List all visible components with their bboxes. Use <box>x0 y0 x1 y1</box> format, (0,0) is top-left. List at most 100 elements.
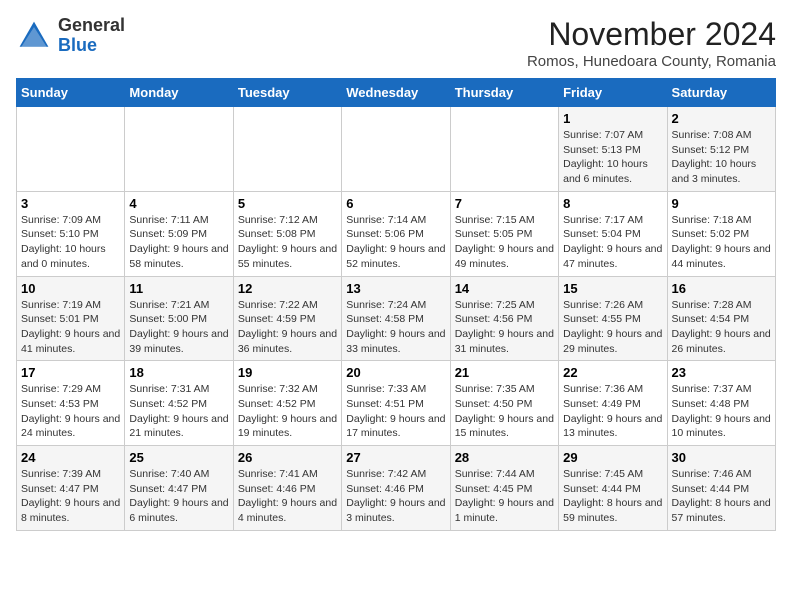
month-title: November 2024 <box>527 16 776 53</box>
day-cell <box>233 107 341 192</box>
day-number: 2 <box>672 111 771 126</box>
day-cell: 30 Sunrise: 7:46 AM Sunset: 4:44 PM Dayli… <box>667 446 775 531</box>
day-number: 5 <box>238 196 337 211</box>
day-number: 23 <box>672 365 771 380</box>
day-number: 16 <box>672 281 771 296</box>
day-number: 19 <box>238 365 337 380</box>
day-number: 27 <box>346 450 445 465</box>
day-info: Sunrise: 7:40 AM Sunset: 4:47 PM Dayligh… <box>129 467 228 526</box>
day-info: Sunrise: 7:18 AM Sunset: 5:02 PM Dayligh… <box>672 213 771 272</box>
day-cell <box>17 107 125 192</box>
day-number: 13 <box>346 281 445 296</box>
day-number: 17 <box>21 365 120 380</box>
day-cell: 28 Sunrise: 7:44 AM Sunset: 4:45 PM Dayli… <box>450 446 558 531</box>
day-number: 20 <box>346 365 445 380</box>
day-cell <box>342 107 450 192</box>
day-cell: 5 Sunrise: 7:12 AM Sunset: 5:08 PM Daylig… <box>233 191 341 276</box>
day-header-monday: Monday <box>125 79 233 107</box>
week-row-4: 17 Sunrise: 7:29 AM Sunset: 4:53 PM Dayli… <box>17 361 776 446</box>
day-cell: 21 Sunrise: 7:35 AM Sunset: 4:50 PM Dayli… <box>450 361 558 446</box>
day-number: 9 <box>672 196 771 211</box>
day-number: 15 <box>563 281 662 296</box>
day-info: Sunrise: 7:24 AM Sunset: 4:58 PM Dayligh… <box>346 298 445 357</box>
day-number: 22 <box>563 365 662 380</box>
day-cell: 13 Sunrise: 7:24 AM Sunset: 4:58 PM Dayli… <box>342 276 450 361</box>
week-row-5: 24Sunrise: 7:39 AM Sunset: 4:47 PM Dayli… <box>17 446 776 531</box>
day-header-wednesday: Wednesday <box>342 79 450 107</box>
day-cell: 9 Sunrise: 7:18 AM Sunset: 5:02 PM Daylig… <box>667 191 775 276</box>
day-header-friday: Friday <box>559 79 667 107</box>
day-cell: 3Sunrise: 7:09 AM Sunset: 5:10 PM Daylig… <box>17 191 125 276</box>
day-cell: 8 Sunrise: 7:17 AM Sunset: 5:04 PM Daylig… <box>559 191 667 276</box>
day-number: 6 <box>346 196 445 211</box>
day-cell: 11Sunrise: 7:21 AM Sunset: 5:00 PM Dayli… <box>125 276 233 361</box>
day-info: Sunrise: 7:41 AM Sunset: 4:46 PM Dayligh… <box>238 467 337 526</box>
day-cell <box>450 107 558 192</box>
day-info: Sunrise: 7:46 AM Sunset: 4:44 PM Dayligh… <box>672 467 771 526</box>
day-header-saturday: Saturday <box>667 79 775 107</box>
logo: General Blue <box>16 16 125 56</box>
day-number: 8 <box>563 196 662 211</box>
day-info: Sunrise: 7:44 AM Sunset: 4:45 PM Dayligh… <box>455 467 554 526</box>
day-info: Sunrise: 7:26 AM Sunset: 4:55 PM Dayligh… <box>563 298 662 357</box>
day-info: Sunrise: 7:33 AM Sunset: 4:51 PM Dayligh… <box>346 382 445 441</box>
day-info: Sunrise: 7:12 AM Sunset: 5:08 PM Dayligh… <box>238 213 337 272</box>
day-info: Sunrise: 7:37 AM Sunset: 4:48 PM Dayligh… <box>672 382 771 441</box>
week-row-2: 3Sunrise: 7:09 AM Sunset: 5:10 PM Daylig… <box>17 191 776 276</box>
day-cell: 29Sunrise: 7:45 AM Sunset: 4:44 PM Dayli… <box>559 446 667 531</box>
day-number: 10 <box>21 281 120 296</box>
week-row-1: 1Sunrise: 7:07 AM Sunset: 5:13 PM Daylig… <box>17 107 776 192</box>
day-info: Sunrise: 7:28 AM Sunset: 4:54 PM Dayligh… <box>672 298 771 357</box>
day-cell: 16 Sunrise: 7:28 AM Sunset: 4:54 PM Dayli… <box>667 276 775 361</box>
day-number: 30 <box>672 450 771 465</box>
day-header-sunday: Sunday <box>17 79 125 107</box>
location: Romos, Hunedoara County, Romania <box>527 53 776 70</box>
day-info: Sunrise: 7:42 AM Sunset: 4:46 PM Dayligh… <box>346 467 445 526</box>
title-area: November 2024 Romos, Hunedoara County, R… <box>527 16 776 70</box>
day-cell: 23 Sunrise: 7:37 AM Sunset: 4:48 PM Dayli… <box>667 361 775 446</box>
day-number: 26 <box>238 450 337 465</box>
day-info: Sunrise: 7:22 AM Sunset: 4:59 PM Dayligh… <box>238 298 337 357</box>
day-cell: 17 Sunrise: 7:29 AM Sunset: 4:53 PM Dayli… <box>17 361 125 446</box>
week-row-3: 10 Sunrise: 7:19 AM Sunset: 5:01 PM Dayli… <box>17 276 776 361</box>
day-info: Sunrise: 7:31 AM Sunset: 4:52 PM Dayligh… <box>129 382 228 441</box>
day-number: 21 <box>455 365 554 380</box>
page-header: General Blue November 2024 Romos, Hunedo… <box>16 16 776 70</box>
day-info: Sunrise: 7:25 AM Sunset: 4:56 PM Dayligh… <box>455 298 554 357</box>
day-number: 24 <box>21 450 120 465</box>
day-info: Sunrise: 7:15 AM Sunset: 5:05 PM Dayligh… <box>455 213 554 272</box>
day-cell: 24Sunrise: 7:39 AM Sunset: 4:47 PM Dayli… <box>17 446 125 531</box>
day-cell: 18 Sunrise: 7:31 AM Sunset: 4:52 PM Dayli… <box>125 361 233 446</box>
day-cell: 1Sunrise: 7:07 AM Sunset: 5:13 PM Daylig… <box>559 107 667 192</box>
day-number: 18 <box>129 365 228 380</box>
day-cell: 20 Sunrise: 7:33 AM Sunset: 4:51 PM Dayli… <box>342 361 450 446</box>
day-header-tuesday: Tuesday <box>233 79 341 107</box>
day-cell: 22Sunrise: 7:36 AM Sunset: 4:49 PM Dayli… <box>559 361 667 446</box>
day-number: 12 <box>238 281 337 296</box>
day-cell: 14 Sunrise: 7:25 AM Sunset: 4:56 PM Dayli… <box>450 276 558 361</box>
calendar-body: 1Sunrise: 7:07 AM Sunset: 5:13 PM Daylig… <box>17 107 776 531</box>
calendar-header-row: SundayMondayTuesdayWednesdayThursdayFrid… <box>17 79 776 107</box>
day-info: Sunrise: 7:21 AM Sunset: 5:00 PM Dayligh… <box>129 298 228 357</box>
day-info: Sunrise: 7:14 AM Sunset: 5:06 PM Dayligh… <box>346 213 445 272</box>
day-header-thursday: Thursday <box>450 79 558 107</box>
day-number: 3 <box>21 196 120 211</box>
day-info: Sunrise: 7:11 AM Sunset: 5:09 PM Dayligh… <box>129 213 228 272</box>
day-info: Sunrise: 7:35 AM Sunset: 4:50 PM Dayligh… <box>455 382 554 441</box>
logo-icon <box>16 18 52 54</box>
day-info: Sunrise: 7:17 AM Sunset: 5:04 PM Dayligh… <box>563 213 662 272</box>
day-number: 14 <box>455 281 554 296</box>
day-cell <box>125 107 233 192</box>
day-info: Sunrise: 7:45 AM Sunset: 4:44 PM Dayligh… <box>563 467 662 526</box>
day-info: Sunrise: 7:19 AM Sunset: 5:01 PM Dayligh… <box>21 298 120 357</box>
day-info: Sunrise: 7:08 AM Sunset: 5:12 PM Dayligh… <box>672 128 771 187</box>
day-cell: 15 Sunrise: 7:26 AM Sunset: 4:55 PM Dayli… <box>559 276 667 361</box>
day-number: 28 <box>455 450 554 465</box>
day-cell: 25 Sunrise: 7:40 AM Sunset: 4:47 PM Dayli… <box>125 446 233 531</box>
calendar-table: SundayMondayTuesdayWednesdayThursdayFrid… <box>16 78 776 531</box>
day-cell: 27 Sunrise: 7:42 AM Sunset: 4:46 PM Dayli… <box>342 446 450 531</box>
day-info: Sunrise: 7:29 AM Sunset: 4:53 PM Dayligh… <box>21 382 120 441</box>
day-cell: 26 Sunrise: 7:41 AM Sunset: 4:46 PM Dayli… <box>233 446 341 531</box>
day-number: 25 <box>129 450 228 465</box>
day-cell: 2 Sunrise: 7:08 AM Sunset: 5:12 PM Daylig… <box>667 107 775 192</box>
